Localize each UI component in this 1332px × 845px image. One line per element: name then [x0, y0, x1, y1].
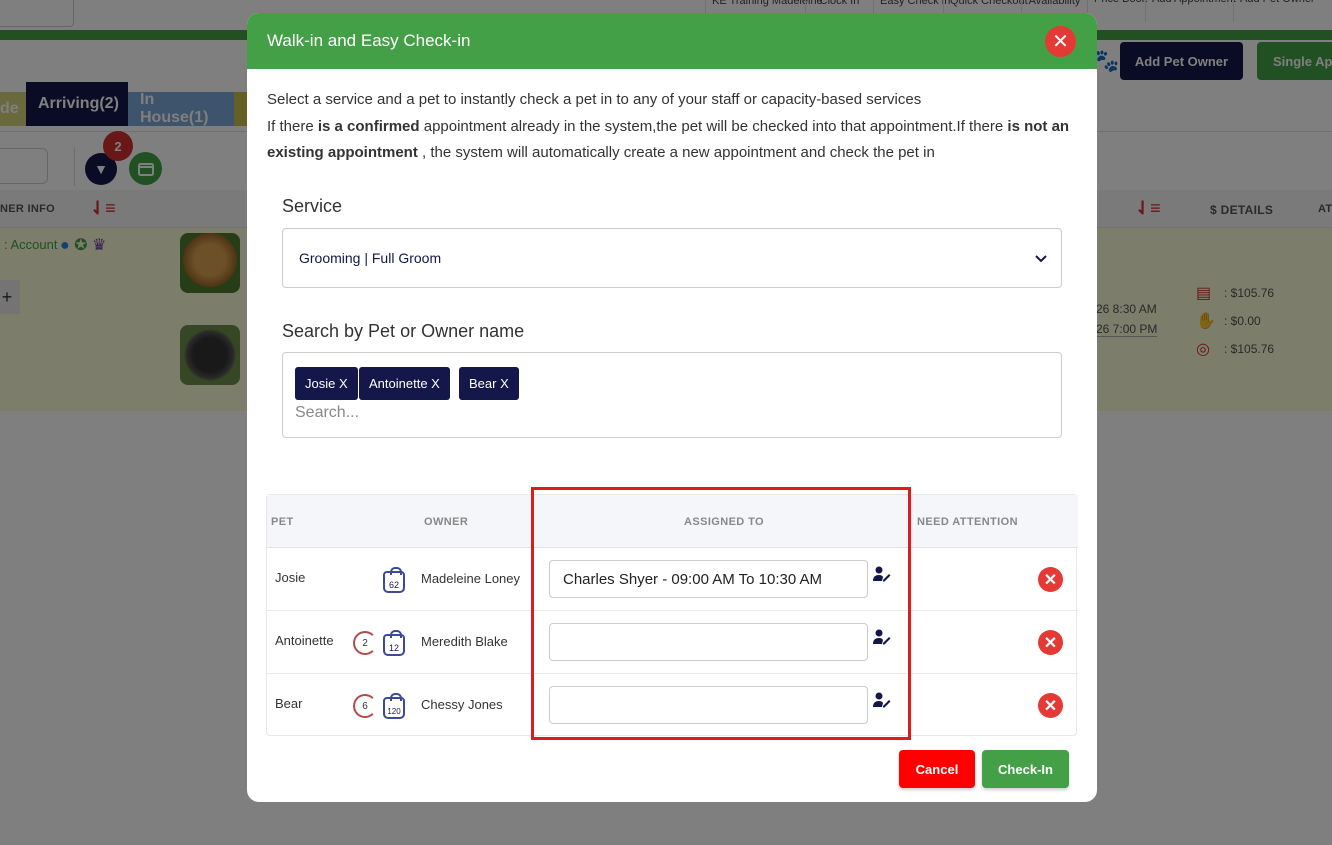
selected-pet-chip[interactable]: Josie X — [295, 367, 358, 400]
remove-row-icon[interactable]: ✕ — [1038, 630, 1063, 655]
instructions-line-2: If there is a confirmed appointment alre… — [267, 117, 1070, 162]
pet-name: Antoinette — [275, 633, 334, 648]
service-value: Grooming | Full Groom — [299, 250, 442, 266]
col-need-attention: NEED ATTENTION — [917, 516, 1018, 528]
walk-in-check-in-modal: Walk-in and Easy Check-in ✕ Select a ser… — [247, 13, 1097, 802]
pet-owner-search[interactable]: Josie X Antoinette X Bear X Search... — [282, 352, 1062, 438]
service-select[interactable]: Grooming | Full Groom — [282, 228, 1062, 288]
col-owner: OWNER — [424, 516, 469, 528]
owner-name: Meredith Blake — [421, 634, 508, 649]
remove-row-icon[interactable]: ✕ — [1038, 693, 1063, 718]
visit-count-icon: 2 — [353, 631, 377, 655]
weight-icon: 120 — [383, 693, 405, 719]
visit-count-icon: 6 — [353, 694, 377, 718]
weight-icon: 12 — [383, 630, 405, 656]
search-label: Search by Pet or Owner name — [282, 321, 525, 341]
weight-icon: 62 — [383, 567, 405, 593]
cancel-button[interactable]: Cancel — [899, 750, 975, 788]
modal-header: Walk-in and Easy Check-in — [247, 13, 1097, 69]
search-input[interactable]: Search... — [295, 404, 359, 422]
instructions: Select a service and a pet to instantly … — [267, 87, 1077, 167]
instructions-line-1: Select a service and a pet to instantly … — [267, 91, 922, 108]
chevron-down-icon — [1035, 250, 1047, 266]
pet-name: Josie — [275, 570, 306, 585]
owner-name: Chessy Jones — [421, 697, 503, 712]
pet-name: Bear — [275, 696, 303, 711]
service-label: Service — [282, 196, 343, 216]
owner-name: Madeleine Loney — [421, 571, 521, 586]
close-icon[interactable]: ✕ — [1045, 26, 1076, 57]
col-pet: PET — [271, 516, 294, 528]
remove-row-icon[interactable]: ✕ — [1038, 567, 1063, 592]
check-in-button[interactable]: Check-In — [982, 750, 1069, 788]
selected-pet-chip[interactable]: Antoinette X — [359, 367, 450, 400]
assigned-to-highlight — [531, 487, 911, 740]
modal-title: Walk-in and Easy Check-in — [267, 31, 471, 50]
selected-pet-chip[interactable]: Bear X — [459, 367, 519, 400]
